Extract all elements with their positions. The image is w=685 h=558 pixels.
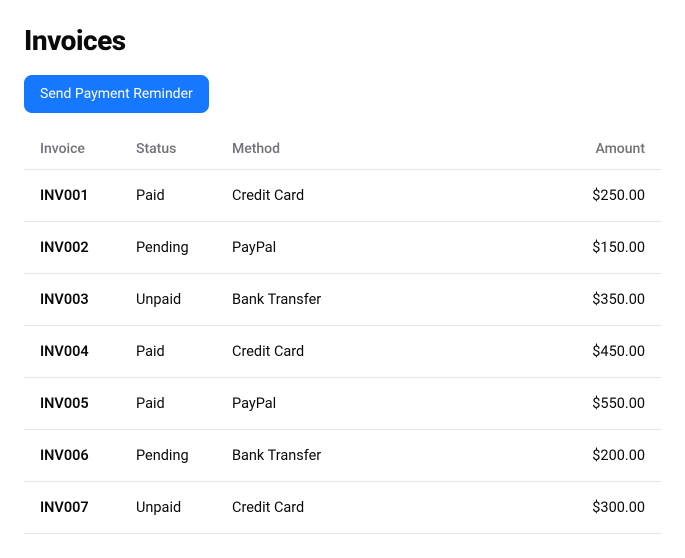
invoice-id-cell: INV001 [24,170,120,222]
column-header-amount: Amount [521,129,661,170]
status-cell: Pending [120,430,216,482]
invoice-id-cell: INV002 [24,222,120,274]
page-title: Invoices [24,24,661,57]
method-cell: Credit Card [216,170,521,222]
send-payment-reminder-button[interactable]: Send Payment Reminder [24,75,209,113]
status-cell: Paid [120,170,216,222]
method-cell: PayPal [216,378,521,430]
amount-cell: $350.00 [521,274,661,326]
invoice-id-cell: INV004 [24,326,120,378]
table-row: INV004PaidCredit Card$450.00 [24,326,661,378]
invoice-id-cell: INV005 [24,378,120,430]
invoices-table: Invoice Status Method Amount INV001PaidC… [24,129,661,534]
method-cell: PayPal [216,222,521,274]
amount-cell: $550.00 [521,378,661,430]
amount-cell: $250.00 [521,170,661,222]
table-row: INV001PaidCredit Card$250.00 [24,170,661,222]
method-cell: Bank Transfer [216,274,521,326]
amount-cell: $300.00 [521,482,661,534]
invoice-id-cell: INV007 [24,482,120,534]
table-row: INV007UnpaidCredit Card$300.00 [24,482,661,534]
table-row: INV006PendingBank Transfer$200.00 [24,430,661,482]
table-header-row: Invoice Status Method Amount [24,129,661,170]
method-cell: Credit Card [216,482,521,534]
column-header-status: Status [120,129,216,170]
status-cell: Paid [120,326,216,378]
status-cell: Unpaid [120,274,216,326]
table-row: INV002PendingPayPal$150.00 [24,222,661,274]
status-cell: Paid [120,378,216,430]
invoice-id-cell: INV006 [24,430,120,482]
status-cell: Unpaid [120,482,216,534]
status-cell: Pending [120,222,216,274]
amount-cell: $450.00 [521,326,661,378]
table-row: INV003UnpaidBank Transfer$350.00 [24,274,661,326]
invoice-id-cell: INV003 [24,274,120,326]
amount-cell: $150.00 [521,222,661,274]
method-cell: Bank Transfer [216,430,521,482]
amount-cell: $200.00 [521,430,661,482]
table-row: INV005PaidPayPal$550.00 [24,378,661,430]
column-header-method: Method [216,129,521,170]
method-cell: Credit Card [216,326,521,378]
column-header-invoice: Invoice [24,129,120,170]
